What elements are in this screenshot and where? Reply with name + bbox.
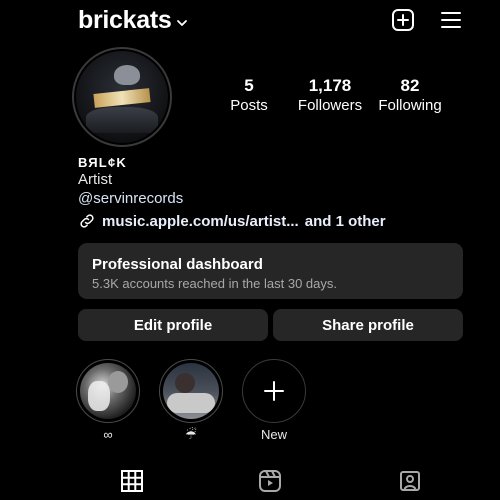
- share-profile-button[interactable]: Share profile: [273, 309, 463, 341]
- posts-label: Posts: [230, 97, 268, 114]
- posts-count: 5: [244, 76, 254, 95]
- avatar-image: [76, 51, 168, 143]
- account-switcher[interactable]: brickats: [78, 6, 188, 35]
- new-highlight[interactable]: New: [242, 359, 306, 442]
- chevron-down-icon: [176, 19, 187, 26]
- username: brickats: [78, 6, 172, 34]
- menu-icon[interactable]: [439, 8, 463, 32]
- profile-tabs: [0, 465, 500, 500]
- highlight-label: New: [260, 427, 287, 442]
- plus-icon: [264, 381, 284, 401]
- highlight-item[interactable]: ∞: [76, 359, 140, 442]
- grid-icon[interactable]: [120, 469, 144, 493]
- highlight-cover: [80, 363, 136, 419]
- dashboard-subtitle: 5.3K accounts reached in the last 30 day…: [92, 276, 337, 291]
- display-name: ВЯL¢K: [78, 155, 127, 170]
- bio-links[interactable]: music.apple.com/us/artist... and 1 other: [78, 212, 386, 230]
- link-more: and 1 other: [304, 212, 386, 230]
- posts-stat[interactable]: 5 Posts: [226, 77, 272, 116]
- avatar[interactable]: [72, 47, 172, 147]
- professional-dashboard[interactable]: Professional dashboard 5.3K accounts rea…: [78, 243, 463, 299]
- followers-label: Followers: [297, 97, 363, 114]
- profile-category: Artist: [78, 171, 113, 188]
- highlight-cover: [163, 363, 219, 419]
- dashboard-title: Professional dashboard: [92, 256, 263, 273]
- highlight-label: ☔: [185, 427, 197, 442]
- link-icon: [80, 214, 94, 228]
- following-count: 82: [400, 76, 420, 95]
- link-text: music.apple.com/us/artist...: [102, 212, 299, 230]
- following-stat[interactable]: 82 Following: [376, 77, 444, 116]
- add-post-icon[interactable]: [391, 8, 415, 32]
- followers-count: 1,178: [308, 76, 352, 95]
- threads-handle-link[interactable]: @servinrecords: [78, 190, 183, 207]
- tagged-icon[interactable]: [398, 469, 422, 493]
- following-label: Following: [378, 97, 442, 114]
- reels-icon[interactable]: [258, 469, 282, 493]
- followers-stat[interactable]: 1,178 Followers: [296, 77, 364, 116]
- edit-profile-button[interactable]: Edit profile: [78, 309, 268, 341]
- highlight-item[interactable]: ☔: [159, 359, 223, 443]
- highlight-label: ∞: [103, 427, 113, 442]
